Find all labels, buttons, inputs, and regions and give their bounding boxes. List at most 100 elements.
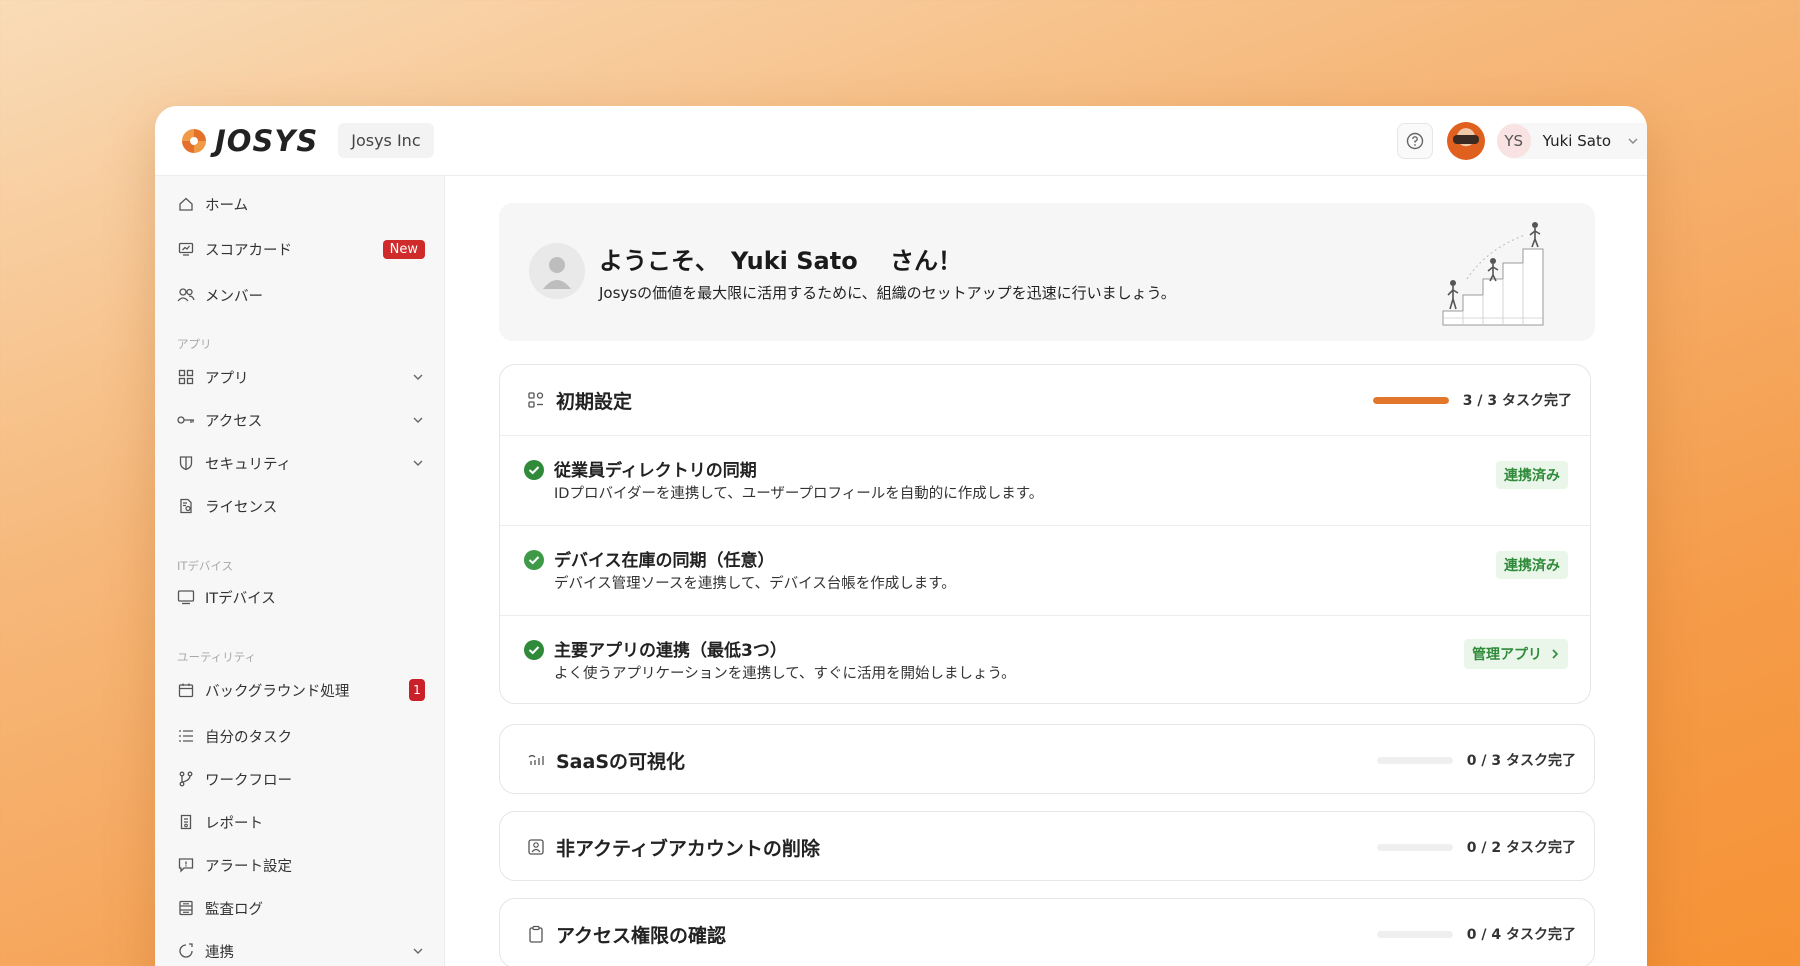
sidebar-item-label: ホーム (205, 197, 249, 214)
sidebar-item-license[interactable]: ライセンス (177, 490, 425, 522)
check-circle-icon (524, 640, 544, 660)
task-row[interactable]: 従業員ディレクトリの同期 IDプロバイダーを連携して、ユーザープロフィールを自動… (500, 435, 1590, 525)
sidebar-item-apps[interactable]: アプリ (177, 361, 425, 393)
setup-components-icon (526, 390, 546, 410)
chevron-down-icon (413, 374, 423, 380)
sidebar-item-reports[interactable]: レポート (177, 806, 425, 838)
progress-bar (1376, 930, 1453, 938)
sidebar: ホーム スコアカード New メンバー アプリ アプリ アクセス セキュリティ … (155, 176, 445, 966)
report-icon (177, 813, 195, 831)
sidebar-item-label: 連携 (205, 944, 234, 961)
sidebar-item-audit-log[interactable]: 監査ログ (177, 892, 425, 924)
sidebar-item-label: ワークフロー (205, 772, 292, 789)
check-circle-icon (524, 460, 544, 480)
welcome-title: ようこそ、 Yuki Sato さん！ (599, 247, 963, 275)
task-description: IDプロバイダーを連携して、ユーザープロフィールを自動的に作成します。 (554, 486, 1044, 502)
sidebar-item-label: アプリ (205, 370, 249, 387)
josys-logo-icon (182, 128, 206, 153)
list-icon (177, 727, 195, 745)
task-title: 主要アプリの連携（最低3つ） (554, 641, 787, 661)
task-description: デバイス管理ソースを連携して、デバイス台帳を作成します。 (554, 576, 956, 592)
org-switcher[interactable]: Josys Inc (338, 123, 434, 158)
sidebar-item-it-devices[interactable]: ITデバイス (177, 581, 425, 613)
sidebar-item-label: アラート設定 (205, 858, 292, 875)
sidebar-item-label: 自分のタスク (205, 729, 292, 746)
chevron-down-icon (413, 417, 423, 423)
sidebar-item-label: メンバー (205, 288, 263, 305)
sidebar-item-alert-settings[interactable]: アラート設定 (177, 849, 425, 881)
task-title: デバイス在庫の同期（任意） (554, 551, 775, 571)
stairs-illustration (1442, 222, 1544, 326)
branch-icon (177, 770, 195, 788)
sidebar-item-label: 監査ログ (205, 901, 263, 918)
initial-setup-header[interactable]: 初期設定 3 / 3 タスク完了 (500, 365, 1590, 435)
sidebar-item-label: スコアカード (205, 242, 292, 259)
welcome-subtitle: Josysの価値を最大限に活用するために、組織のセットアップを迅速に行いましょう… (599, 284, 1176, 302)
initial-setup-card: 初期設定 3 / 3 タスク完了 従業員ディレクトリの同期 IDプロバイダーを連… (499, 364, 1591, 704)
sidebar-item-label: ITデバイス (205, 590, 276, 607)
progress-text: 0 / 3 タスク完了 (1466, 753, 1576, 769)
account-removal-icon (526, 837, 546, 857)
home-icon (177, 195, 195, 213)
progress-fill (1372, 396, 1449, 404)
user-placeholder-avatar (529, 243, 585, 299)
notification-count-badge: 1 (409, 679, 425, 701)
help-button[interactable] (1396, 123, 1433, 159)
card-title: SaaSの可視化 (556, 750, 686, 773)
key-icon (177, 411, 195, 429)
chevron-down-icon (413, 948, 423, 954)
chevron-down-icon (1628, 138, 1638, 144)
chevron-right-icon (1552, 649, 1559, 659)
sidebar-item-integrations[interactable]: 連携 (177, 935, 425, 966)
sidebar-item-access[interactable]: アクセス (177, 404, 425, 436)
task-row[interactable]: デバイス在庫の同期（任意） デバイス管理ソースを連携して、デバイス台帳を作成しま… (500, 525, 1590, 615)
message-alert-icon (177, 856, 195, 874)
saas-icon (526, 750, 546, 770)
saas-visibility-card[interactable]: SaaSの可視化 0 / 3 タスク完了 (499, 724, 1595, 794)
access-review-card[interactable]: アクセス権限の確認 0 / 4 タスク完了 (499, 898, 1595, 966)
card-title: アクセス権限の確認 (556, 924, 727, 947)
manage-apps-button[interactable]: 管理アプリ (1464, 639, 1568, 669)
user-photo-avatar[interactable] (1446, 122, 1485, 160)
progress-bar (1376, 843, 1453, 851)
welcome-banner: ようこそ、 Yuki Sato さん！ Josysの価値を最大限に活用するために… (499, 203, 1595, 341)
status-badge: 連携済み (1496, 551, 1568, 579)
josys-logo[interactable]: JOSYS (179, 124, 318, 158)
task-title: 従業員ディレクトリの同期 (554, 461, 757, 481)
sidebar-item-home[interactable]: ホーム (177, 188, 425, 220)
section-label-it-devices: ITデバイス (177, 559, 234, 573)
app-window: JOSYS Josys Inc YS Yuki Sato ホーム スコアカード … (155, 106, 1647, 966)
license-icon (177, 497, 195, 515)
user-initials-avatar: YS (1496, 124, 1531, 158)
calendar-icon (177, 681, 195, 699)
top-bar: JOSYS Josys Inc YS Yuki Sato (155, 106, 1647, 176)
sidebar-item-background-jobs[interactable]: バックグラウンド処理 1 (177, 674, 425, 706)
user-name: Yuki Sato (1542, 132, 1611, 150)
help-icon (1406, 132, 1423, 150)
progress-text: 0 / 4 タスク完了 (1466, 927, 1576, 943)
card-title: 初期設定 (556, 390, 633, 413)
audit-log-icon (177, 899, 195, 917)
chevron-down-icon (413, 460, 423, 466)
progress-bar (1372, 396, 1449, 404)
shield-icon (177, 454, 195, 472)
members-icon (177, 286, 195, 304)
logo-text: JOSYS (215, 123, 319, 158)
progress-text: 0 / 2 タスク完了 (1466, 840, 1576, 856)
sidebar-item-scorecard[interactable]: スコアカード New (177, 233, 425, 265)
sidebar-item-members[interactable]: メンバー (177, 279, 425, 311)
progress-text: 3 / 3 タスク完了 (1462, 393, 1572, 409)
sidebar-item-workflow[interactable]: ワークフロー (177, 763, 425, 795)
task-row[interactable]: 主要アプリの連携（最低3つ） よく使うアプリケーションを連携して、すぐに活用を開… (500, 615, 1590, 705)
scorecard-icon (177, 240, 195, 258)
inactive-accounts-card[interactable]: 非アクティブアカウントの削除 0 / 2 タスク完了 (499, 811, 1595, 881)
section-label-utility: ユーティリティ (177, 650, 257, 664)
button-label: 管理アプリ (1472, 646, 1542, 662)
user-menu[interactable]: YS Yuki Sato (1496, 123, 1647, 159)
sidebar-item-my-tasks[interactable]: 自分のタスク (177, 720, 425, 752)
sidebar-item-label: アクセス (205, 413, 263, 430)
apps-grid-icon (177, 368, 195, 386)
sidebar-item-security[interactable]: セキュリティ (177, 447, 425, 479)
sidebar-item-label: レポート (205, 815, 263, 832)
check-circle-icon (524, 550, 544, 570)
